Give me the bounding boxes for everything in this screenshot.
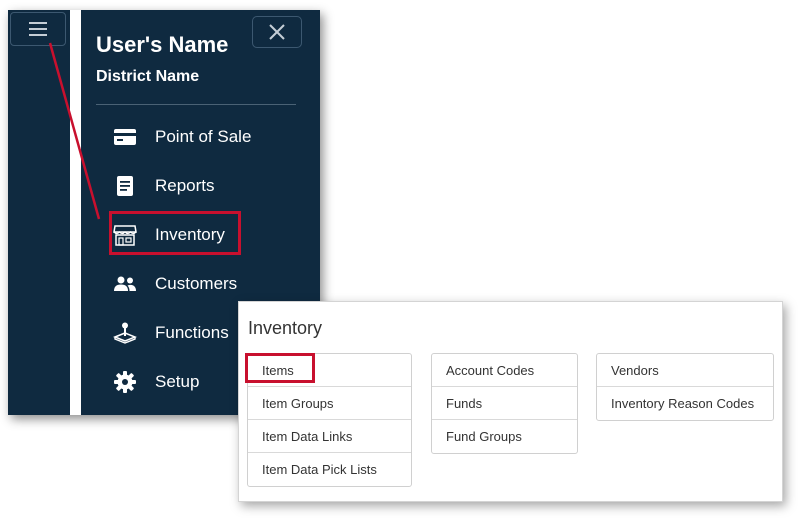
close-icon <box>269 24 285 40</box>
submenu-item-fund-groups[interactable]: Fund Groups <box>432 420 577 453</box>
inventory-column-2: Account Codes Funds Fund Groups <box>431 353 578 454</box>
user-name: User's Name <box>96 32 229 57</box>
panel-separator <box>70 10 81 415</box>
inventory-submenu-panel: Inventory Items Item Groups Item Data Li… <box>238 301 783 502</box>
inventory-panel-title: Inventory <box>248 318 323 338</box>
nav-item-point-of-sale[interactable]: Point of Sale <box>112 120 251 154</box>
inventory-highlight-box <box>109 211 241 255</box>
nav-item-reports[interactable]: Reports <box>112 169 215 203</box>
submenu-item-item-data-links[interactable]: Item Data Links <box>248 420 411 453</box>
gear-icon <box>112 369 138 395</box>
submenu-item-vendors[interactable]: Vendors <box>597 354 773 387</box>
submenu-item-item-groups[interactable]: Item Groups <box>248 387 411 420</box>
joystick-icon <box>112 320 138 346</box>
nav-item-label: Point of Sale <box>155 127 252 146</box>
nav-item-label: Reports <box>155 176 215 195</box>
credit-card-icon <box>112 124 138 150</box>
inventory-column-3: Vendors Inventory Reason Codes <box>596 353 774 421</box>
nav-item-label: Setup <box>155 372 200 391</box>
close-menu-button[interactable] <box>252 16 302 48</box>
nav-item-setup[interactable]: Setup <box>112 365 199 399</box>
district-name: District Name <box>96 68 200 85</box>
submenu-item-inventory-reason-codes[interactable]: Inventory Reason Codes <box>597 387 773 420</box>
submenu-item-funds[interactable]: Funds <box>432 387 577 420</box>
submenu-item-item-data-pick-lists[interactable]: Item Data Pick Lists <box>248 453 411 486</box>
submenu-item-account-codes[interactable]: Account Codes <box>432 354 577 387</box>
nav-item-customers[interactable]: Customers <box>112 267 237 301</box>
nav-item-label: Customers <box>155 274 238 293</box>
hamburger-icon <box>29 22 47 36</box>
users-icon <box>112 271 138 297</box>
nav-item-label: Functions <box>155 323 229 342</box>
nav-item-functions[interactable]: Functions <box>112 316 229 350</box>
document-icon <box>112 173 138 199</box>
hamburger-menu-button[interactable] <box>10 12 66 46</box>
items-highlight-box <box>245 353 315 383</box>
divider <box>96 104 296 105</box>
